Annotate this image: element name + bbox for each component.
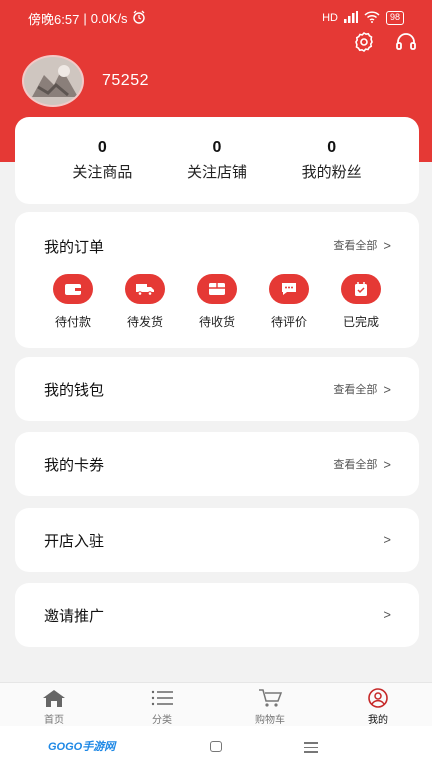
chevron-right-icon: > xyxy=(383,237,391,253)
check-bag-icon xyxy=(341,274,381,304)
invite-title: 邀请推广 xyxy=(44,608,105,625)
orders-view-all[interactable]: 查看全部 > xyxy=(333,237,391,253)
chevron-right-icon: > xyxy=(383,607,391,622)
settings-icon[interactable] xyxy=(352,30,376,54)
bottom-navigation: 首页 分类 购物车 我的 xyxy=(0,682,432,726)
stat-label: 关注商品 xyxy=(72,164,133,181)
home-icon xyxy=(43,690,65,707)
box-icon xyxy=(197,274,237,304)
list-icon xyxy=(151,690,173,706)
chevron-right-icon: > xyxy=(383,532,391,547)
cart-icon xyxy=(259,689,283,707)
stat-value: 0 xyxy=(212,139,222,156)
order-pending-payment[interactable]: 待付款 xyxy=(43,274,103,330)
order-label: 待发货 xyxy=(126,315,163,329)
battery-indicator: 98 xyxy=(385,11,404,25)
truck-icon xyxy=(125,274,165,304)
nav-cart[interactable]: 购物车 xyxy=(225,683,315,726)
chevron-right-icon: > xyxy=(383,456,391,472)
nav-label: 分类 xyxy=(152,715,172,726)
nav-label: 购物车 xyxy=(255,715,285,726)
chevron-right-icon: > xyxy=(383,381,391,397)
stat-value: 0 xyxy=(327,139,337,156)
order-completed[interactable]: 已完成 xyxy=(331,274,391,330)
status-speed: 0.0K/s xyxy=(90,10,128,26)
wallet-title: 我的钱包 xyxy=(44,382,105,399)
status-bar: 傍晚6:57 | 0.0K/s HD 98 xyxy=(28,8,404,28)
invite-chevron[interactable]: > xyxy=(383,607,391,622)
home-button-icon[interactable] xyxy=(210,741,222,752)
coupons-view-all[interactable]: 查看全部 > xyxy=(333,456,391,472)
stat-label: 我的粉丝 xyxy=(301,164,362,181)
nav-home[interactable]: 首页 xyxy=(9,683,99,726)
order-label: 待收货 xyxy=(198,315,235,329)
nav-label: 我的 xyxy=(368,715,388,726)
username[interactable]: 75252 xyxy=(102,72,149,90)
wallet-row[interactable]: 我的钱包 查看全部 > xyxy=(15,357,419,421)
stat-value: 0 xyxy=(97,139,107,156)
signal-icon xyxy=(343,10,358,26)
alarm-icon xyxy=(132,10,146,27)
view-all-label: 查看全部 xyxy=(333,459,378,471)
stat-label: 关注店铺 xyxy=(186,164,247,181)
network-label: HD xyxy=(322,12,338,24)
avatar[interactable] xyxy=(22,55,84,107)
open-store-chevron[interactable]: > xyxy=(383,532,391,547)
stat-followed-products[interactable]: 0 关注商品 xyxy=(57,139,147,182)
status-time: 傍晚6:57 xyxy=(28,11,80,27)
headset-icon[interactable] xyxy=(394,30,418,54)
invite-row[interactable]: 邀请推广 > xyxy=(15,583,419,647)
open-store-row[interactable]: 开店入驻 > xyxy=(15,508,419,572)
view-all-label: 查看全部 xyxy=(333,240,378,252)
stat-followed-stores[interactable]: 0 关注店铺 xyxy=(172,139,262,182)
orders-title: 我的订单 xyxy=(44,239,105,256)
order-pending-shipment[interactable]: 待发货 xyxy=(115,274,175,330)
order-pending-review[interactable]: 待评价 xyxy=(259,274,319,330)
watermark-logo: GOGO手游网 xyxy=(48,741,116,753)
wallet-view-all[interactable]: 查看全部 > xyxy=(333,381,391,397)
view-all-label: 查看全部 xyxy=(333,384,378,396)
stats-card: 0 关注商品 0 关注店铺 0 我的粉丝 xyxy=(15,117,419,204)
system-navigation-bar: GOGO手游网 xyxy=(0,726,432,768)
open-store-title: 开店入驻 xyxy=(44,533,105,550)
nav-category[interactable]: 分类 xyxy=(117,683,207,726)
wifi-icon xyxy=(364,10,380,26)
orders-card: 我的订单 查看全部 > 待付款 待发货 待收货 待评价 已完成 xyxy=(15,212,419,348)
menu-button-icon[interactable] xyxy=(304,742,318,756)
coupons-title: 我的卡券 xyxy=(44,457,105,474)
order-label: 待付款 xyxy=(54,315,91,329)
order-pending-receipt[interactable]: 待收货 xyxy=(187,274,247,330)
stat-fans[interactable]: 0 我的粉丝 xyxy=(287,139,377,182)
coupons-row[interactable]: 我的卡券 查看全部 > xyxy=(15,432,419,496)
order-label: 待评价 xyxy=(270,315,307,329)
nav-profile[interactable]: 我的 xyxy=(333,683,423,726)
order-label: 已完成 xyxy=(342,315,379,329)
nav-label: 首页 xyxy=(44,715,64,726)
profile-icon xyxy=(368,688,388,708)
chat-icon xyxy=(269,274,309,304)
wallet-icon xyxy=(53,274,93,304)
